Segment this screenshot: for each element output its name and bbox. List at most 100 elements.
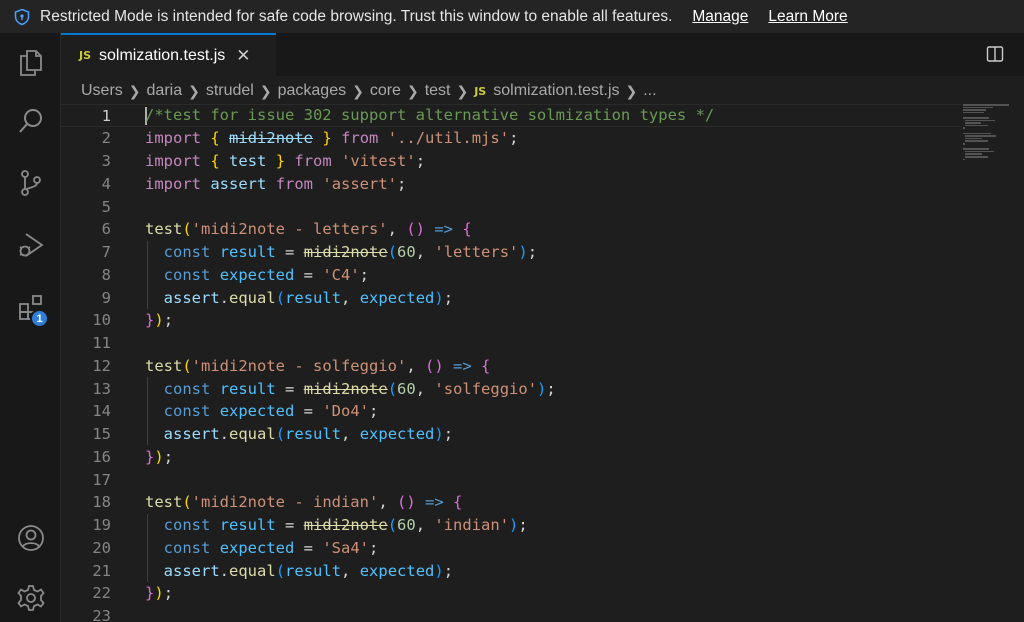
code-line[interactable]: 6 test('midi2note - letters', () => { — [61, 218, 961, 241]
breadcrumb-packages[interactable]: packages — [278, 82, 347, 100]
code-line[interactable]: 5 — [61, 195, 961, 218]
activity-source-control[interactable] — [0, 159, 61, 207]
code-text: test('midi2note - solfeggio', () => { — [145, 357, 490, 375]
code-token: expected — [359, 425, 435, 443]
code-token: import — [145, 174, 201, 193]
breadcrumb: Users ❯ daria ❯ strudel ❯ packages ❯ cor… — [81, 80, 657, 102]
code-token: } — [145, 447, 155, 466]
activity-search[interactable] — [0, 97, 61, 145]
shield-icon — [14, 8, 30, 25]
code-line[interactable]: 3 import { test } from 'vitest'; — [61, 150, 961, 173]
code-line[interactable]: 2 import { midi2note } from '../util.mjs'… — [61, 127, 961, 150]
code-line[interactable]: 20 const expected = 'Sa4'; — [61, 536, 961, 559]
code-token: ) — [509, 516, 519, 534]
chevron-right-icon: ❯ — [188, 82, 200, 99]
manage-link[interactable]: Manage — [692, 8, 748, 26]
code-line[interactable]: 22}); — [61, 582, 961, 605]
breadcrumb-test[interactable]: test — [425, 82, 451, 100]
minimap-line — [964, 122, 981, 124]
line-number: 2 — [101, 129, 111, 148]
breadcrumb-symbols[interactable]: ... — [643, 82, 656, 100]
activity-manage[interactable] — [0, 574, 61, 622]
code-line[interactable]: 9 assert.equal(result, expected); — [61, 286, 961, 309]
code-token: 'Sa4' — [322, 538, 370, 557]
code-line[interactable]: 7 const result = midi2note(60, 'letters'… — [61, 241, 961, 264]
breadcrumb-file[interactable]: solmization.test.js — [493, 82, 619, 100]
minimap-line — [964, 137, 982, 140]
activity-accounts[interactable] — [0, 514, 61, 562]
close-icon[interactable]: ✕ — [236, 46, 250, 66]
code-token: } — [322, 129, 332, 148]
minimap-line — [964, 124, 988, 127]
code-line[interactable]: 10}); — [61, 309, 961, 332]
breadcrumb-core[interactable]: core — [370, 82, 401, 100]
code-text: test('midi2note - indian', () => { — [145, 493, 462, 511]
code-token: ; — [443, 561, 454, 580]
indent-guide — [147, 377, 148, 446]
code-line[interactable]: 19 const result = midi2note(60, 'indian'… — [61, 514, 961, 537]
code-token: ( — [387, 379, 398, 398]
code-token: test — [145, 493, 183, 512]
code-token: ; — [415, 152, 426, 170]
code-token: ; — [509, 129, 519, 148]
minimap-line — [963, 148, 989, 150]
code-line[interactable]: 18 test('midi2note - indian', () => { — [61, 491, 961, 514]
code-token: } — [145, 584, 155, 603]
tab-solmization-test-js[interactable]: JS solmization.test.js ✕ — [61, 33, 276, 76]
breadcrumb-daria[interactable]: daria — [147, 82, 183, 100]
code-text: }); — [145, 448, 173, 466]
code-line[interactable]: 17 — [61, 468, 961, 491]
code-token: expected — [219, 265, 295, 284]
minimap[interactable] — [961, 102, 1024, 622]
code-token: 'indian' — [434, 516, 510, 534]
breadcrumb-strudel[interactable]: strudel — [206, 82, 254, 100]
line-number: 22 — [92, 584, 111, 603]
breadcrumb-users[interactable]: Users — [81, 82, 123, 100]
code-token: } — [275, 152, 286, 170]
line-number: 13 — [92, 379, 111, 398]
code-line[interactable]: 4 import assert from 'assert'; — [61, 172, 961, 195]
code-line[interactable]: 16}); — [61, 445, 961, 468]
code-token: import — [145, 152, 201, 170]
code-line[interactable]: 21 assert.equal(result, expected); — [61, 559, 961, 582]
activity-explorer[interactable] — [0, 39, 61, 87]
code-line[interactable]: 14 const expected = 'Do4'; — [61, 400, 961, 423]
code-token: result — [219, 243, 276, 261]
minimap-line — [963, 143, 966, 145]
code-token: from — [294, 152, 332, 170]
minimap-line — [963, 111, 984, 114]
code-token: expected — [219, 538, 295, 557]
activity-extensions[interactable]: 1 — [0, 283, 61, 331]
code-line[interactable]: 1 /*test for issue 302 support alternativ… — [61, 104, 961, 127]
code-token: 'solfeggio' — [434, 379, 538, 398]
code-line[interactable]: 23 — [61, 605, 961, 622]
code-text: assert.equal(result, expected); — [145, 425, 453, 443]
code-text: const result = midi2note(60, 'solfeggio'… — [145, 380, 556, 398]
code-line[interactable]: 13 const result = midi2note(60, 'solfegg… — [61, 377, 961, 400]
minimap-line — [964, 119, 995, 122]
code-text: import assert from 'assert'; — [145, 175, 406, 193]
tab-bar: JS solmization.test.js ✕ — [61, 33, 1024, 76]
code-token: 'midi2note - letters' — [191, 220, 388, 239]
code-token: ) — [154, 584, 164, 603]
code-token: const — [163, 379, 211, 398]
code-line[interactable]: 15 assert.equal(result, expected); — [61, 423, 961, 446]
split-editor-icon[interactable] — [986, 45, 1004, 63]
code-line[interactable]: 11 — [61, 332, 961, 355]
code-token: result — [219, 379, 276, 398]
code-editor[interactable]: 1 /*test for issue 302 support alternativ… — [61, 104, 961, 622]
code-token: ( — [387, 516, 398, 534]
code-token: 'letters' — [434, 243, 519, 261]
code-line[interactable]: 12 test('midi2note - solfeggio', () => { — [61, 354, 961, 377]
learn-more-link[interactable]: Learn More — [768, 8, 847, 26]
search-icon — [18, 109, 42, 133]
code-line[interactable]: 8 const expected = 'C4'; — [61, 263, 961, 286]
activity-run-debug[interactable] — [0, 221, 61, 269]
